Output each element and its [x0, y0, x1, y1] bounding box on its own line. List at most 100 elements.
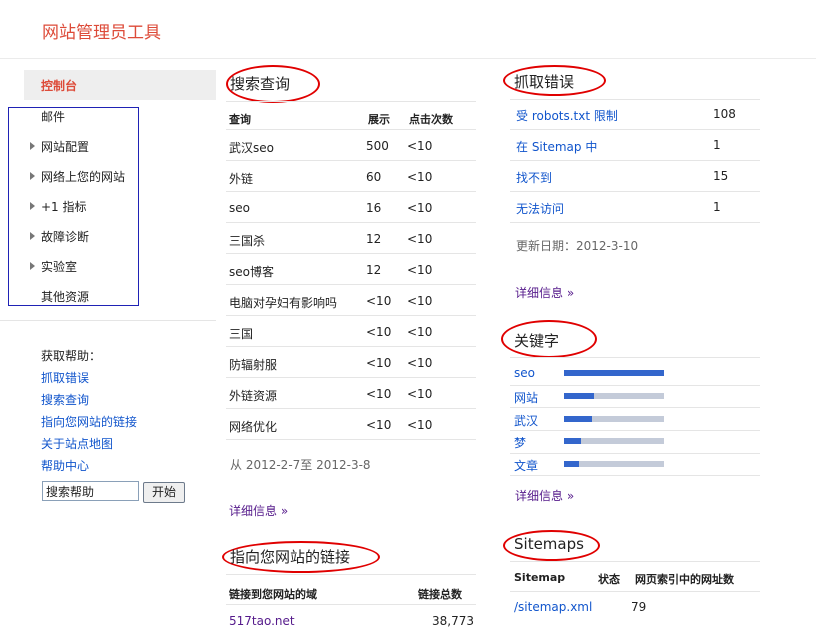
sidebar-item-plus-one-metrics[interactable]: +1 指标 [41, 198, 87, 215]
crawl-error-not-found-link[interactable]: 找不到 [516, 169, 552, 186]
divider [510, 191, 760, 192]
divider [226, 408, 476, 409]
help-search-input[interactable] [42, 481, 139, 501]
divider [226, 315, 476, 316]
sidebar-item-diagnostics[interactable]: 故障诊断 [41, 228, 89, 245]
query-cell: 网络优化 [229, 420, 278, 434]
impressions-cell: 60 [366, 170, 382, 184]
column-header-impressions[interactable]: 展示 [368, 111, 390, 127]
keyword-link[interactable]: seo [514, 366, 535, 380]
clicks-cell: <10 [407, 418, 433, 432]
keyword-bar-fill [564, 461, 579, 467]
crawl-updated-date: 更新日期：2012-3-10 [516, 239, 639, 253]
divider [510, 591, 760, 592]
crawl-errors-title[interactable]: 抓取错误 [514, 71, 574, 92]
clicks-cell: <10 [407, 294, 433, 308]
divider [510, 385, 760, 386]
help-link-help-center[interactable]: 帮助中心 [41, 457, 89, 474]
divider [226, 346, 476, 347]
expand-arrow-icon[interactable] [30, 232, 35, 240]
crawl-error-count: 15 [713, 169, 729, 183]
sitemaps-title[interactable]: Sitemaps [514, 535, 584, 553]
sidebar-item-site-config[interactable]: 网站配置 [41, 138, 89, 155]
divider [510, 561, 760, 562]
column-header-clicks[interactable]: 点击次数 [409, 111, 453, 127]
expand-arrow-icon[interactable] [30, 172, 35, 180]
keyword-link[interactable]: 梦 [514, 434, 526, 451]
expand-arrow-icon[interactable] [30, 202, 35, 210]
divider [226, 129, 476, 130]
divider [226, 222, 476, 223]
divider [226, 191, 476, 192]
link-count-cell: 38,773 [432, 614, 474, 628]
search-queries-title[interactable]: 搜索查询 [230, 73, 290, 94]
help-link-sitemaps[interactable]: 关于站点地图 [41, 435, 113, 452]
divider [226, 439, 476, 440]
query-cell: seo [229, 201, 250, 215]
keywords-title[interactable]: 关键字 [514, 330, 559, 351]
help-link-search-queries[interactable]: 搜索查询 [41, 391, 89, 408]
impressions-cell: <10 [366, 294, 392, 308]
expand-arrow-icon[interactable] [30, 142, 35, 150]
sidebar-item-mail[interactable]: 邮件 [41, 108, 65, 125]
sidebar-item-dashboard[interactable]: 控制台 [24, 70, 216, 100]
sidebar-item-other-resources[interactable]: 其他资源 [41, 288, 89, 305]
expand-arrow-icon[interactable] [30, 262, 35, 270]
divider [226, 101, 476, 102]
query-cell: 外链 [229, 172, 254, 186]
clicks-cell: <10 [407, 170, 433, 184]
column-header-query[interactable]: 查询 [229, 111, 251, 127]
help-link-links-to-site[interactable]: 指向您网站的链接 [41, 413, 137, 430]
column-header-status[interactable]: 状态 [598, 571, 620, 587]
keyword-bar-fill [564, 438, 581, 444]
clicks-cell: <10 [407, 263, 433, 277]
divider [226, 160, 476, 161]
app-title: 网站管理员工具 [42, 23, 161, 43]
divider [510, 222, 760, 223]
keyword-link[interactable]: 网站 [514, 389, 538, 406]
linking-domain-link[interactable]: 517tao.net [229, 614, 295, 628]
impressions-cell: 12 [366, 232, 382, 246]
keyword-link[interactable]: 文章 [514, 457, 538, 474]
search-queries-more-link[interactable]: 详细信息 » [229, 502, 288, 519]
divider [510, 430, 760, 431]
clicks-cell: <10 [407, 387, 433, 401]
impressions-cell: <10 [366, 325, 392, 339]
help-search-button[interactable]: 开始 [143, 482, 185, 503]
sitemap-indexed-count: 79 [631, 600, 647, 614]
impressions-cell: <10 [366, 387, 392, 401]
sidebar-item-label: 控制台 [41, 79, 78, 93]
clicks-cell: <10 [407, 325, 433, 339]
impressions-cell: 500 [366, 139, 389, 153]
clicks-cell: <10 [407, 139, 433, 153]
sidebar-item-labs[interactable]: 实验室 [41, 258, 77, 275]
help-link-crawl-errors[interactable]: 抓取错误 [41, 369, 89, 386]
query-cell: seo博客 [229, 265, 274, 279]
impressions-cell: <10 [366, 356, 392, 370]
clicks-cell: <10 [407, 232, 433, 246]
header-divider [0, 58, 816, 59]
sidebar-item-your-site-on-web[interactable]: 网络上您的网站 [41, 168, 125, 185]
help-title: 获取帮助： [41, 349, 102, 363]
column-header-indexed-urls[interactable]: 网页索引中的网址数 [635, 571, 734, 587]
divider [510, 453, 760, 454]
crawl-error-unreachable-link[interactable]: 无法访问 [516, 200, 564, 217]
divider [510, 129, 760, 130]
crawl-error-robots-link[interactable]: 受 robots.txt 限制 [516, 107, 618, 124]
keyword-link[interactable]: 武汉 [514, 412, 538, 429]
keywords-more-link[interactable]: 详细信息 » [515, 487, 574, 504]
keyword-bar-fill [564, 370, 664, 376]
column-header-sitemap[interactable]: Sitemap [514, 571, 565, 584]
column-header-link-count[interactable]: 链接总数 [418, 586, 462, 602]
column-header-domain[interactable]: 链接到您网站的域 [229, 586, 317, 602]
crawl-errors-more-link[interactable]: 详细信息 » [515, 284, 574, 301]
query-cell: 三国杀 [229, 234, 266, 248]
keyword-bar-fill [564, 393, 594, 399]
divider [510, 160, 760, 161]
crawl-error-sitemap-link[interactable]: 在 Sitemap 中 [516, 138, 597, 155]
sitemap-path-link[interactable]: /sitemap.xml [514, 600, 592, 614]
divider [226, 377, 476, 378]
crawl-error-count: 1 [713, 138, 721, 152]
links-to-site-title[interactable]: 指向您网站的链接 [230, 546, 350, 567]
query-cell: 防辐射服 [229, 358, 278, 372]
